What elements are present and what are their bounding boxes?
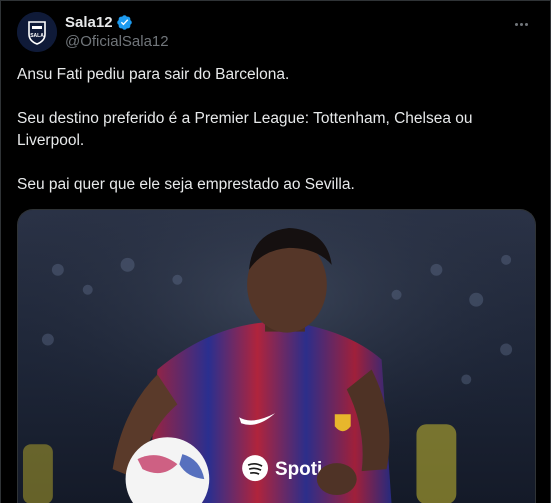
tweet-paragraph-2: Seu destino preferido é a Premier League… (17, 110, 473, 149)
display-name[interactable]: Sala12 (65, 14, 113, 31)
shirt-sponsor-text: Spoti (275, 459, 322, 480)
display-name-row: Sala12 (65, 13, 169, 32)
avatar[interactable]: SALA (17, 12, 57, 52)
handle[interactable]: @OficialSala12 (65, 33, 169, 50)
author-names: Sala12 @OficialSala12 (65, 13, 169, 50)
verified-badge-icon (116, 15, 132, 30)
tweet-media-photo[interactable]: Spoti (17, 209, 536, 503)
football-player-photo: Spoti (18, 210, 535, 503)
avatar-logo-text: SALA (30, 33, 44, 39)
tweet-header: SALA Sala12 @OficialSala12 (17, 12, 536, 52)
sala12-logo-icon: SALA (17, 12, 57, 52)
tweet-text: Ansu Fati pediu para sair do Barcelona. … (17, 64, 537, 196)
more-options-icon[interactable] (510, 14, 532, 34)
tweet-card: SALA Sala12 @OficialSala12 Ansu Fati ped… (0, 0, 551, 503)
tweet-paragraph-1: Ansu Fati pediu para sair do Barcelona. (17, 66, 290, 83)
tweet-paragraph-3: Seu pai quer que ele seja emprestado ao … (17, 176, 355, 193)
